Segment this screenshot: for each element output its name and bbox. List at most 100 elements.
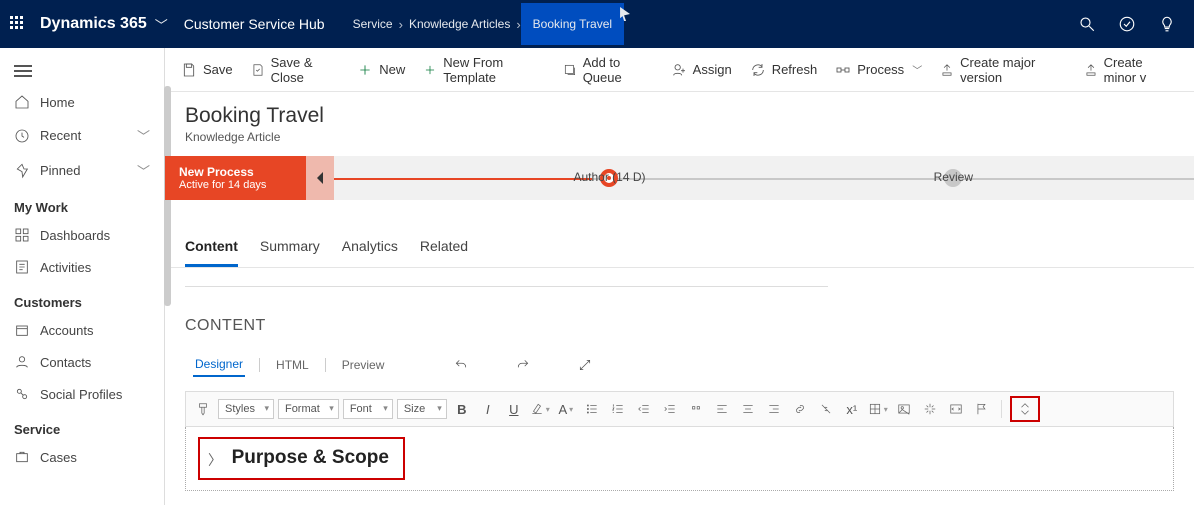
section-title: CONTENT <box>185 317 1174 335</box>
format-painter-icon[interactable] <box>192 398 214 420</box>
collapse-toolbar-button[interactable] <box>1014 398 1036 420</box>
nav-activities[interactable]: Activities <box>0 251 164 283</box>
record-header: Booking Travel Knowledge Article <box>165 92 1194 150</box>
accounts-icon <box>14 322 30 338</box>
editor-tab-preview[interactable]: Preview <box>340 354 387 376</box>
undo-icon[interactable] <box>454 358 468 372</box>
flag-icon[interactable] <box>971 398 993 420</box>
collapsible-title: Purpose & Scope <box>232 447 389 468</box>
tab-summary[interactable]: Summary <box>260 238 320 267</box>
number-list-button[interactable] <box>607 398 629 420</box>
save-button[interactable]: Save <box>181 62 233 78</box>
divider <box>185 286 828 287</box>
styles-select[interactable]: Styles <box>218 399 274 419</box>
add-to-queue-button[interactable]: Add to Queue <box>563 55 653 85</box>
command-bar: Save Save & Close New New From Template … <box>165 48 1194 92</box>
align-left-button[interactable] <box>711 398 733 420</box>
table-button[interactable] <box>867 398 889 420</box>
tab-content[interactable]: Content <box>185 238 238 267</box>
chevron-down-icon[interactable]: ﹀ <box>155 15 168 34</box>
process-name-box[interactable]: New Process Active for 14 days <box>165 156 306 200</box>
bold-button[interactable]: B <box>451 398 473 420</box>
version-icon <box>940 62 954 78</box>
new-from-template-button[interactable]: New From Template <box>423 55 544 85</box>
sparkle-icon[interactable] <box>919 398 941 420</box>
chevron-down-icon: ﹀ <box>137 126 150 145</box>
font-select[interactable]: Font <box>343 399 393 419</box>
collapse-toolbar-highlight <box>1010 396 1040 422</box>
chevron-right-icon[interactable]: 〉 <box>208 452 222 468</box>
bullet-list-button[interactable] <box>581 398 603 420</box>
nav-label: Cases <box>40 450 77 465</box>
tab-related[interactable]: Related <box>420 238 468 267</box>
chevron-down-icon: ﹀ <box>137 161 150 180</box>
app-launcher-icon[interactable] <box>10 16 26 32</box>
size-select[interactable]: Size <box>397 399 447 419</box>
version-icon <box>1084 62 1098 78</box>
search-icon[interactable] <box>1078 15 1096 33</box>
refresh-button[interactable]: Refresh <box>750 62 818 78</box>
format-select[interactable]: Format <box>278 399 339 419</box>
new-button[interactable]: New <box>357 62 405 78</box>
process-icon <box>835 62 851 78</box>
collapsible-section[interactable]: 〉 Purpose & Scope <box>198 437 405 480</box>
nav-label: Accounts <box>40 323 93 338</box>
pin-icon <box>14 163 30 179</box>
nav-label: Recent <box>40 128 81 143</box>
hub-name[interactable]: Customer Service Hub <box>184 16 325 32</box>
chevron-down-icon: ﹀ <box>912 62 922 77</box>
assign-button[interactable]: Assign <box>671 62 732 78</box>
nav-social-profiles[interactable]: Social Profiles <box>0 378 164 410</box>
editor-tab-html[interactable]: HTML <box>274 354 311 376</box>
nav-group-mywork: My Work <box>0 188 164 219</box>
highlight-color-button[interactable] <box>529 398 551 420</box>
contact-icon <box>14 354 30 370</box>
font-color-button[interactable]: A <box>555 398 577 420</box>
nav-accounts[interactable]: Accounts <box>0 314 164 346</box>
record-subtitle: Knowledge Article <box>185 130 1174 144</box>
nav-home[interactable]: Home <box>0 86 164 118</box>
sitemap-sidebar: Home Recent ﹀ Pinned ﹀ My Work Dashboard… <box>0 48 165 505</box>
nav-label: Home <box>40 95 75 110</box>
italic-button[interactable]: I <box>477 398 499 420</box>
redo-icon[interactable] <box>516 358 530 372</box>
image-button[interactable] <box>893 398 915 420</box>
nav-dashboards[interactable]: Dashboards <box>0 219 164 251</box>
breadcrumb-item[interactable]: Service <box>347 17 399 31</box>
blockquote-button[interactable] <box>685 398 707 420</box>
process-button[interactable]: Process﹀ <box>835 62 922 78</box>
unlink-button[interactable] <box>815 398 837 420</box>
social-icon <box>14 386 30 402</box>
nav-label: Activities <box>40 260 91 275</box>
tab-analytics[interactable]: Analytics <box>342 238 398 267</box>
task-flow-icon[interactable] <box>1118 15 1136 33</box>
process-stage-label: Review <box>934 170 973 184</box>
nav-label: Social Profiles <box>40 387 122 402</box>
brand-label[interactable]: Dynamics 365 <box>40 15 147 33</box>
underline-button[interactable]: U <box>503 398 525 420</box>
editor-body[interactable]: 〉 Purpose & Scope <box>185 427 1174 491</box>
align-center-button[interactable] <box>737 398 759 420</box>
process-name: New Process <box>179 165 266 179</box>
nav-pinned[interactable]: Pinned ﹀ <box>0 153 164 188</box>
embed-icon[interactable] <box>945 398 967 420</box>
breadcrumb-item-active[interactable]: Booking Travel <box>521 3 624 45</box>
nav-contacts[interactable]: Contacts <box>0 346 164 378</box>
sidebar-collapse-button[interactable] <box>0 56 164 86</box>
create-minor-version-button[interactable]: Create minor v <box>1084 55 1178 85</box>
breadcrumb-item[interactable]: Knowledge Articles <box>403 17 516 31</box>
indent-button[interactable] <box>659 398 681 420</box>
expand-icon[interactable] <box>578 358 592 372</box>
align-right-button[interactable] <box>763 398 785 420</box>
outdent-button[interactable] <box>633 398 655 420</box>
link-button[interactable] <box>789 398 811 420</box>
create-major-version-button[interactable]: Create major version <box>940 55 1065 85</box>
nav-recent[interactable]: Recent ﹀ <box>0 118 164 153</box>
process-prev-stage-button[interactable] <box>306 156 334 200</box>
nav-cases[interactable]: Cases <box>0 441 164 473</box>
case-icon <box>14 449 30 465</box>
save-close-button[interactable]: Save & Close <box>251 55 340 85</box>
editor-tab-designer[interactable]: Designer <box>193 353 245 377</box>
superscript-button[interactable]: x¹ <box>841 398 863 420</box>
lightbulb-icon[interactable] <box>1158 15 1176 33</box>
